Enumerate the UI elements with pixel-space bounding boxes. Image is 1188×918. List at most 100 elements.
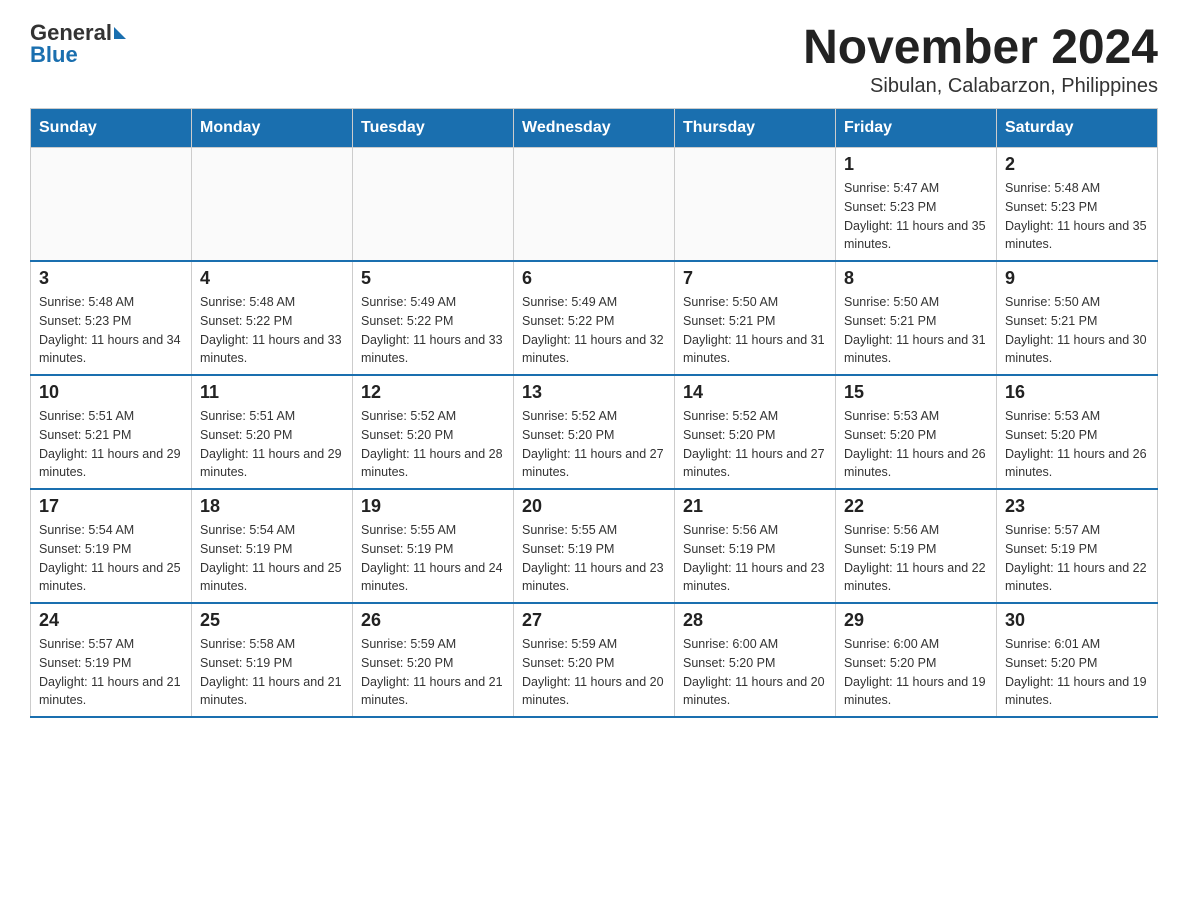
day-number: 16 xyxy=(1005,382,1149,403)
calendar-cell: 2Sunrise: 5:48 AMSunset: 5:23 PMDaylight… xyxy=(997,148,1158,262)
calendar-cell: 19 Sunrise: 5:55 AMSunset: 5:19 PMDayligh… xyxy=(353,489,514,603)
weekday-header-wednesday: Wednesday xyxy=(514,109,675,148)
calendar-body: 1 Sunrise: 5:47 AMSunset: 5:23 PMDaylight… xyxy=(31,148,1158,718)
calendar-cell: 26 Sunrise: 5:59 AMSunset: 5:20 PMDayligh… xyxy=(353,603,514,717)
day-number: 23 xyxy=(1005,496,1149,517)
day-info: Sunrise: 5:51 AMSunset: 5:20 PMDaylight:… xyxy=(200,407,344,482)
calendar-week-2: 3 Sunrise: 5:48 AMSunset: 5:23 PMDaylight… xyxy=(31,261,1158,375)
calendar-cell xyxy=(192,148,353,262)
day-number: 26 xyxy=(361,610,505,631)
calendar-header: SundayMondayTuesdayWednesdayThursdayFrid… xyxy=(31,109,1158,148)
day-info: Sunrise: 5:56 AMSunset: 5:19 PMDaylight:… xyxy=(683,521,827,596)
day-number: 21 xyxy=(683,496,827,517)
day-number: 9 xyxy=(1005,268,1149,289)
day-info: Sunrise: 5:58 AMSunset: 5:19 PMDaylight:… xyxy=(200,635,344,710)
day-info: Sunrise: 5:59 AMSunset: 5:20 PMDaylight:… xyxy=(522,635,666,710)
day-number: 18 xyxy=(200,496,344,517)
day-info: Sunrise: 5:55 AMSunset: 5:19 PMDaylight:… xyxy=(361,521,505,596)
weekday-header-tuesday: Tuesday xyxy=(353,109,514,148)
calendar-cell: 9 Sunrise: 5:50 AMSunset: 5:21 PMDaylight… xyxy=(997,261,1158,375)
day-info: Sunrise: 5:55 AMSunset: 5:19 PMDaylight:… xyxy=(522,521,666,596)
page-header: General Blue November 2024 Sibulan, Cala… xyxy=(30,20,1158,98)
calendar-cell: 11 Sunrise: 5:51 AMSunset: 5:20 PMDayligh… xyxy=(192,375,353,489)
day-number: 17 xyxy=(39,496,183,517)
day-number: 2 xyxy=(1005,154,1149,175)
calendar-cell: 4 Sunrise: 5:48 AMSunset: 5:22 PMDaylight… xyxy=(192,261,353,375)
weekday-header-row: SundayMondayTuesdayWednesdayThursdayFrid… xyxy=(31,109,1158,148)
calendar-cell: 13 Sunrise: 5:52 AMSunset: 5:20 PMDayligh… xyxy=(514,375,675,489)
day-number: 7 xyxy=(683,268,827,289)
day-info: Sunrise: 5:52 AMSunset: 5:20 PMDaylight:… xyxy=(522,407,666,482)
day-info: Sunrise: 5:59 AMSunset: 5:20 PMDaylight:… xyxy=(361,635,505,710)
calendar-subtitle: Sibulan, Calabarzon, Philippines xyxy=(803,75,1158,98)
day-number: 3 xyxy=(39,268,183,289)
calendar-cell: 30 Sunrise: 6:01 AMSunset: 5:20 PMDayligh… xyxy=(997,603,1158,717)
calendar-cell xyxy=(31,148,192,262)
day-number: 10 xyxy=(39,382,183,403)
day-info: Sunrise: 5:51 AMSunset: 5:21 PMDaylight:… xyxy=(39,407,183,482)
calendar-cell: 7 Sunrise: 5:50 AMSunset: 5:21 PMDaylight… xyxy=(675,261,836,375)
day-number: 25 xyxy=(200,610,344,631)
calendar-cell: 23Sunrise: 5:57 AMSunset: 5:19 PMDayligh… xyxy=(997,489,1158,603)
calendar-cell: 25 Sunrise: 5:58 AMSunset: 5:19 PMDayligh… xyxy=(192,603,353,717)
calendar-cell xyxy=(675,148,836,262)
day-info: Sunrise: 5:53 AMSunset: 5:20 PMDaylight:… xyxy=(844,407,988,482)
calendar-cell: 27 Sunrise: 5:59 AMSunset: 5:20 PMDayligh… xyxy=(514,603,675,717)
day-info: Sunrise: 6:01 AMSunset: 5:20 PMDaylight:… xyxy=(1005,635,1149,710)
weekday-header-monday: Monday xyxy=(192,109,353,148)
day-info: Sunrise: 5:49 AMSunset: 5:22 PMDaylight:… xyxy=(361,293,505,368)
day-number: 5 xyxy=(361,268,505,289)
day-info: Sunrise: 5:49 AMSunset: 5:22 PMDaylight:… xyxy=(522,293,666,368)
day-number: 13 xyxy=(522,382,666,403)
day-info: Sunrise: 5:57 AMSunset: 5:19 PMDaylight:… xyxy=(39,635,183,710)
day-info: Sunrise: 5:47 AMSunset: 5:23 PMDaylight:… xyxy=(844,179,988,254)
calendar-week-4: 17Sunrise: 5:54 AMSunset: 5:19 PMDayligh… xyxy=(31,489,1158,603)
weekday-header-thursday: Thursday xyxy=(675,109,836,148)
day-number: 1 xyxy=(844,154,988,175)
day-info: Sunrise: 5:52 AMSunset: 5:20 PMDaylight:… xyxy=(361,407,505,482)
calendar-cell: 14Sunrise: 5:52 AMSunset: 5:20 PMDayligh… xyxy=(675,375,836,489)
weekday-header-saturday: Saturday xyxy=(997,109,1158,148)
calendar-cell: 22 Sunrise: 5:56 AMSunset: 5:19 PMDayligh… xyxy=(836,489,997,603)
calendar-cell: 17Sunrise: 5:54 AMSunset: 5:19 PMDayligh… xyxy=(31,489,192,603)
calendar-cell: 24Sunrise: 5:57 AMSunset: 5:19 PMDayligh… xyxy=(31,603,192,717)
calendar-cell xyxy=(514,148,675,262)
day-number: 4 xyxy=(200,268,344,289)
calendar-week-5: 24Sunrise: 5:57 AMSunset: 5:19 PMDayligh… xyxy=(31,603,1158,717)
calendar-cell: 10 Sunrise: 5:51 AMSunset: 5:21 PMDayligh… xyxy=(31,375,192,489)
day-number: 6 xyxy=(522,268,666,289)
calendar-table: SundayMondayTuesdayWednesdayThursdayFrid… xyxy=(30,108,1158,718)
day-number: 12 xyxy=(361,382,505,403)
calendar-cell: 12 Sunrise: 5:52 AMSunset: 5:20 PMDayligh… xyxy=(353,375,514,489)
day-number: 8 xyxy=(844,268,988,289)
title-block: November 2024 Sibulan, Calabarzon, Phili… xyxy=(803,20,1158,98)
calendar-cell: 29 Sunrise: 6:00 AMSunset: 5:20 PMDayligh… xyxy=(836,603,997,717)
day-number: 27 xyxy=(522,610,666,631)
calendar-cell: 28Sunrise: 6:00 AMSunset: 5:20 PMDayligh… xyxy=(675,603,836,717)
day-info: Sunrise: 6:00 AMSunset: 5:20 PMDaylight:… xyxy=(844,635,988,710)
calendar-cell: 5 Sunrise: 5:49 AMSunset: 5:22 PMDaylight… xyxy=(353,261,514,375)
day-info: Sunrise: 5:56 AMSunset: 5:19 PMDaylight:… xyxy=(844,521,988,596)
day-info: Sunrise: 5:50 AMSunset: 5:21 PMDaylight:… xyxy=(1005,293,1149,368)
day-info: Sunrise: 5:48 AMSunset: 5:22 PMDaylight:… xyxy=(200,293,344,368)
day-number: 20 xyxy=(522,496,666,517)
day-info: Sunrise: 5:50 AMSunset: 5:21 PMDaylight:… xyxy=(683,293,827,368)
day-info: Sunrise: 5:52 AMSunset: 5:20 PMDaylight:… xyxy=(683,407,827,482)
calendar-cell: 3 Sunrise: 5:48 AMSunset: 5:23 PMDaylight… xyxy=(31,261,192,375)
day-number: 11 xyxy=(200,382,344,403)
calendar-cell xyxy=(353,148,514,262)
calendar-cell: 21 Sunrise: 5:56 AMSunset: 5:19 PMDayligh… xyxy=(675,489,836,603)
day-number: 19 xyxy=(361,496,505,517)
calendar-cell: 1 Sunrise: 5:47 AMSunset: 5:23 PMDaylight… xyxy=(836,148,997,262)
day-number: 15 xyxy=(844,382,988,403)
day-number: 30 xyxy=(1005,610,1149,631)
calendar-cell: 20 Sunrise: 5:55 AMSunset: 5:19 PMDayligh… xyxy=(514,489,675,603)
weekday-header-sunday: Sunday xyxy=(31,109,192,148)
day-number: 29 xyxy=(844,610,988,631)
logo-triangle-icon xyxy=(114,27,126,39)
calendar-cell: 15 Sunrise: 5:53 AMSunset: 5:20 PMDayligh… xyxy=(836,375,997,489)
day-number: 22 xyxy=(844,496,988,517)
logo: General Blue xyxy=(30,20,126,68)
calendar-cell: 6 Sunrise: 5:49 AMSunset: 5:22 PMDaylight… xyxy=(514,261,675,375)
day-info: Sunrise: 5:48 AMSunset: 5:23 PMDaylight:… xyxy=(39,293,183,368)
